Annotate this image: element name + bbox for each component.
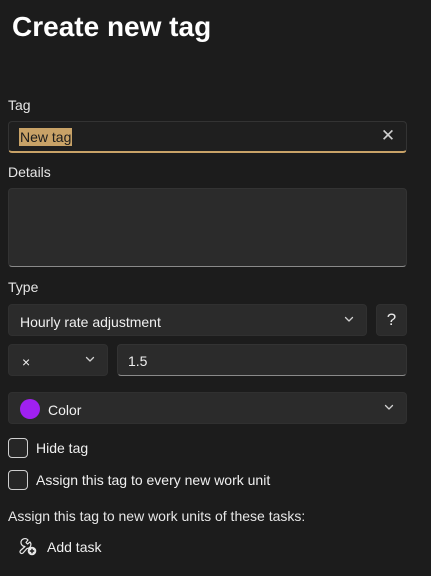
operator-dropdown[interactable]: × [8, 344, 108, 376]
type-dropdown-value: Hourly rate adjustment [20, 314, 161, 330]
close-icon[interactable]: ✕ [380, 127, 396, 144]
hide-tag-label: Hide tag [36, 440, 89, 456]
chevron-down-icon [85, 356, 95, 362]
add-task-button[interactable]: Add task [18, 535, 118, 559]
assign-every-checkbox[interactable]: Assign this tag to every new work unit [8, 470, 308, 492]
help-button[interactable]: ? [376, 304, 407, 336]
checkbox-box[interactable] [8, 470, 28, 490]
dialog-title: Create new tag [12, 11, 212, 42]
color-dropdown[interactable]: Color [8, 392, 407, 424]
tag-input[interactable]: New tag ✕ [8, 121, 407, 153]
type-label: Type [8, 279, 39, 295]
tag-input-value: New tag [19, 128, 73, 146]
add-task-icon [19, 538, 37, 556]
color-swatch [20, 399, 40, 419]
tag-label: Tag [8, 97, 31, 113]
adjustment-value-input[interactable]: 1.5 [117, 344, 407, 376]
chevron-down-icon [384, 404, 394, 410]
assign-tasks-label: Assign this tag to new work units of the… [8, 508, 306, 524]
details-textarea[interactable] [8, 188, 407, 267]
details-label: Details [8, 164, 51, 180]
color-label: Color [48, 402, 82, 418]
assign-every-label: Assign this tag to every new work unit [36, 472, 271, 488]
add-task-label: Add task [47, 539, 102, 555]
operator-value: × [22, 354, 31, 370]
chevron-down-icon [344, 316, 354, 322]
type-dropdown[interactable]: Hourly rate adjustment [8, 304, 367, 336]
hide-tag-checkbox[interactable]: Hide tag [8, 438, 128, 460]
adjustment-value: 1.5 [128, 353, 148, 369]
checkbox-box[interactable] [8, 438, 28, 458]
